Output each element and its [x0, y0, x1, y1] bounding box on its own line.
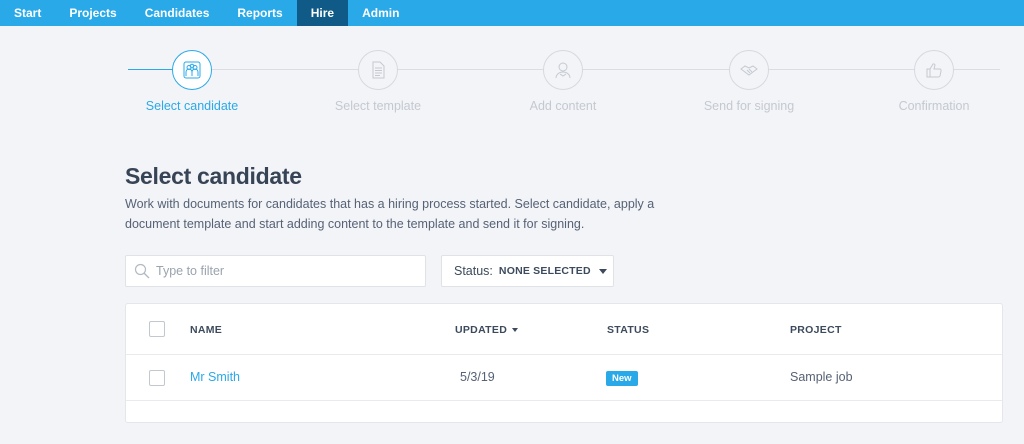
step-circle — [543, 50, 583, 90]
nav-item-hire[interactable]: Hire — [296, 0, 349, 26]
column-header-updated[interactable]: UPDATED — [455, 324, 519, 336]
step-confirmation[interactable]: Confirmation — [854, 50, 1014, 113]
nav-item-start[interactable]: Start — [0, 0, 55, 26]
progress-stepper: Select candidate Select template Add con… — [0, 26, 1024, 126]
sort-desc-icon — [512, 328, 519, 333]
candidates-table: NAME UPDATED STATUS PROJECT Mr Smith 5/3… — [125, 303, 1003, 423]
table-header: NAME UPDATED STATUS PROJECT — [126, 304, 1002, 355]
step-select-template[interactable]: Select template — [298, 50, 458, 113]
people-icon — [183, 61, 201, 79]
row-checkbox[interactable] — [149, 370, 165, 386]
document-icon — [372, 61, 385, 79]
column-header-name[interactable]: NAME — [190, 324, 222, 336]
thumbs-up-icon — [926, 63, 942, 78]
step-add-content[interactable]: Add content — [483, 50, 643, 113]
status-badge: New — [606, 371, 638, 386]
step-label: Select candidate — [145, 99, 239, 113]
chevron-down-icon — [598, 268, 607, 274]
step-circle — [172, 50, 212, 90]
step-label: Confirmation — [898, 99, 970, 113]
user-badge-icon — [555, 62, 571, 79]
filter-box — [125, 255, 426, 287]
status-dropdown-value: NONE SELECTED — [498, 265, 591, 277]
step-circle — [914, 50, 954, 90]
step-select-candidate[interactable]: Select candidate — [112, 50, 272, 113]
page-description: Work with documents for candidates that … — [125, 197, 655, 231]
step-circle — [729, 50, 769, 90]
page-title: Select candidate — [125, 163, 302, 189]
nav-item-reports[interactable]: Reports — [223, 0, 296, 26]
select-all-checkbox[interactable] — [149, 321, 165, 337]
project-name: Sample job — [790, 370, 853, 384]
nav-item-admin[interactable]: Admin — [348, 0, 413, 26]
filter-input[interactable] — [156, 264, 406, 278]
status-dropdown-label: Status: — [454, 264, 493, 278]
status-dropdown[interactable]: Status: NONE SELECTED — [441, 255, 614, 287]
table-row[interactable]: Mr Smith 5/3/19 New Sample job — [126, 355, 1002, 401]
step-label: Send for signing — [703, 99, 795, 113]
column-header-status[interactable]: STATUS — [607, 324, 649, 336]
column-header-updated-label: UPDATED — [455, 324, 508, 336]
step-circle — [358, 50, 398, 90]
step-label: Add content — [529, 99, 597, 113]
column-header-project[interactable]: PROJECT — [790, 324, 842, 336]
step-send-for-signing[interactable]: Send for signing — [669, 50, 829, 113]
top-nav: Start Projects Candidates Reports Hire A… — [0, 0, 1024, 26]
nav-item-projects[interactable]: Projects — [55, 0, 130, 26]
updated-date: 5/3/19 — [460, 370, 495, 384]
nav-item-candidates[interactable]: Candidates — [131, 0, 224, 26]
step-label: Select template — [334, 99, 422, 113]
candidate-name-link[interactable]: Mr Smith — [190, 370, 240, 384]
handshake-icon — [740, 65, 758, 76]
search-icon — [134, 263, 150, 279]
